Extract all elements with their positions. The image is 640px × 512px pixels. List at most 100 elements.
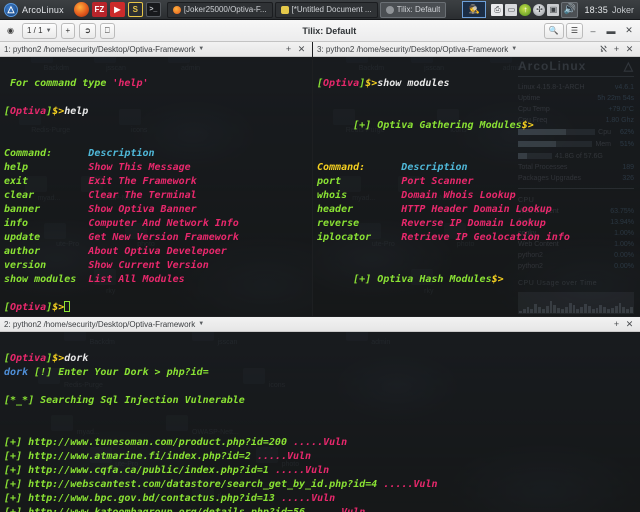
terminal-text: ..... bbox=[311, 507, 341, 512]
terminal-text: [+] Optiva Gathering Modules bbox=[317, 120, 522, 131]
terminal-line: For command type 'help' bbox=[4, 77, 308, 91]
terminal-text: [+] bbox=[4, 465, 23, 476]
workspace-pager[interactable]: 🕵 bbox=[462, 1, 487, 18]
terminal-line: [+] Optiva Hash Modules$> bbox=[317, 273, 636, 287]
sublime-launcher-icon[interactable]: S bbox=[127, 2, 143, 17]
terminal-text: Vuln bbox=[286, 451, 312, 462]
settings-icon[interactable]: ✢ bbox=[533, 3, 546, 16]
close-button[interactable]: ✕ bbox=[621, 23, 637, 39]
terminal-line: [Optiva]$> bbox=[4, 301, 308, 315]
terminal-text: version bbox=[4, 260, 47, 271]
pane-find-button[interactable]: ℵ bbox=[597, 43, 610, 56]
terminal-text: author bbox=[4, 246, 41, 257]
terminal-output-1: For command type 'help' [Optiva]$>help C… bbox=[4, 63, 308, 315]
terminal-text: ..... bbox=[293, 437, 324, 448]
sidebar-toggle-button[interactable]: ◉ bbox=[3, 23, 18, 38]
pane-split-button[interactable]: + bbox=[282, 43, 295, 56]
application-menu-button[interactable]: △ ArcoLinux bbox=[0, 2, 70, 17]
session-selector-button[interactable]: 1 / 1 ▼ bbox=[22, 22, 57, 39]
terminal-text: Port Scanner bbox=[401, 176, 474, 187]
terminal-text: [!] bbox=[28, 367, 59, 378]
terminal-pane-1[interactable]: 1: python2 /home/security/Desktop/Optiva… bbox=[0, 42, 312, 316]
terminal-text: help bbox=[64, 106, 89, 117]
chevron-down-icon[interactable]: ▼ bbox=[511, 46, 517, 52]
taskbar-item-firefox[interactable]: [Joker25000/Optiva-F... bbox=[166, 1, 273, 18]
display-icon[interactable]: ▭ bbox=[505, 3, 518, 16]
wallpaper-icon-tile bbox=[346, 57, 368, 63]
terminal-line: version Show Current Version bbox=[4, 259, 308, 273]
firefox-launcher-icon[interactable] bbox=[73, 2, 89, 17]
chevron-down-icon[interactable]: ▼ bbox=[198, 321, 204, 327]
terminal-pane-2-body[interactable]: Backdm jsscan admin Redis-Purge icons myad...… bbox=[0, 332, 640, 512]
pane-close-button[interactable]: ✕ bbox=[623, 318, 636, 331]
terminal-text: $> bbox=[365, 78, 378, 89]
volume-icon[interactable]: 🔊 bbox=[561, 1, 579, 18]
terminal-text: Description bbox=[88, 148, 155, 159]
terminal-text: Vuln bbox=[341, 507, 365, 512]
terminal-line: iplocator Retrieve IP Geolocation info bbox=[317, 231, 636, 245]
pane-close-button[interactable]: ✕ bbox=[295, 43, 308, 56]
chevron-down-icon[interactable]: ▼ bbox=[198, 46, 204, 52]
pane-split-button[interactable]: + bbox=[610, 43, 623, 56]
terminal-pane-3[interactable]: 3: python2 /home/security/Desktop/Optiva… bbox=[313, 42, 640, 316]
workspace-icon: 🕵 bbox=[468, 4, 481, 14]
split-terminal-button[interactable]: ⎕ bbox=[99, 22, 115, 39]
taskbar-item-label: [*Untitled Document ... bbox=[291, 5, 372, 14]
terminal-line: [+] http://webscantest.com/datastore/sea… bbox=[4, 478, 636, 492]
terminal-pane-3-body[interactable]: Backdm jsscan admin Redis-Purge icons myad...… bbox=[313, 57, 640, 316]
terminal-text: dork bbox=[4, 367, 29, 378]
terminal-line: port Port Scanner bbox=[317, 175, 636, 189]
terminal-line: [+] http://www.bpc.gov.bd/contactus.php?… bbox=[4, 492, 636, 506]
clock[interactable]: 18:35 bbox=[578, 5, 612, 15]
window-task-list: [Joker25000/Optiva-F... [*Untitled Docum… bbox=[166, 1, 463, 18]
updates-icon[interactable]: ↑ bbox=[519, 3, 532, 16]
video-launcher-icon[interactable]: ▶ bbox=[109, 2, 125, 17]
terminal-text: http://www.atmarine.fi/index.php?id=2 bbox=[22, 451, 257, 462]
taskbar-item-tilix[interactable]: Tilix: Default bbox=[379, 1, 447, 18]
minimize-button[interactable]: – bbox=[585, 23, 601, 39]
new-terminal-button[interactable]: ➲ bbox=[79, 22, 96, 39]
terminal-text: help bbox=[4, 162, 29, 173]
pane-split-button[interactable]: + bbox=[610, 318, 623, 331]
taskbar-item-document[interactable]: [*Untitled Document ... bbox=[274, 1, 378, 18]
hamburger-menu-button[interactable]: ☰ bbox=[565, 22, 583, 39]
search-button[interactable]: 🔍 bbox=[543, 22, 564, 39]
clipboard-icon[interactable]: ⎙ bbox=[491, 3, 504, 16]
terminal-cursor bbox=[64, 301, 71, 312]
maximize-button[interactable]: ▬ bbox=[603, 23, 619, 39]
terminal-pane-2-header: 2: python2 /home/security/Desktop/Optiva… bbox=[0, 317, 640, 332]
terminal-text: Command: bbox=[317, 162, 366, 173]
terminal-launcher-icon[interactable]: >_ bbox=[145, 2, 161, 17]
terminal-text: Enter Your Dork > php?id= bbox=[58, 367, 209, 378]
terminal-pane-2[interactable]: 2: python2 /home/security/Desktop/Optiva… bbox=[0, 317, 640, 512]
terminal-line: Command: Description bbox=[317, 161, 636, 175]
terminal-text: http://www.katoombagroup.org/details.php… bbox=[22, 507, 311, 512]
terminal-text: Retrieve IP Geolocation info bbox=[401, 232, 570, 243]
terminal-text: $> bbox=[521, 120, 534, 131]
terminal-pane-1-body[interactable]: Backdm jsscan admin Redis-Purge icons myad...… bbox=[0, 57, 312, 316]
terminal-text: whois bbox=[317, 190, 348, 201]
firefox-icon bbox=[172, 5, 181, 14]
add-session-button[interactable]: + bbox=[60, 22, 76, 39]
terminal-text: Reverse IP Domain Lookup bbox=[401, 218, 546, 229]
filezilla-launcher-icon[interactable]: FZ bbox=[91, 2, 107, 17]
pane-close-button[interactable]: ✕ bbox=[623, 43, 636, 56]
terminal-text: [+] bbox=[4, 493, 23, 504]
terminal-text: Show Current Version bbox=[88, 260, 209, 271]
screenshot-icon[interactable]: ▣ bbox=[547, 3, 560, 16]
terminal-line: show modules List All Modules bbox=[4, 273, 308, 287]
